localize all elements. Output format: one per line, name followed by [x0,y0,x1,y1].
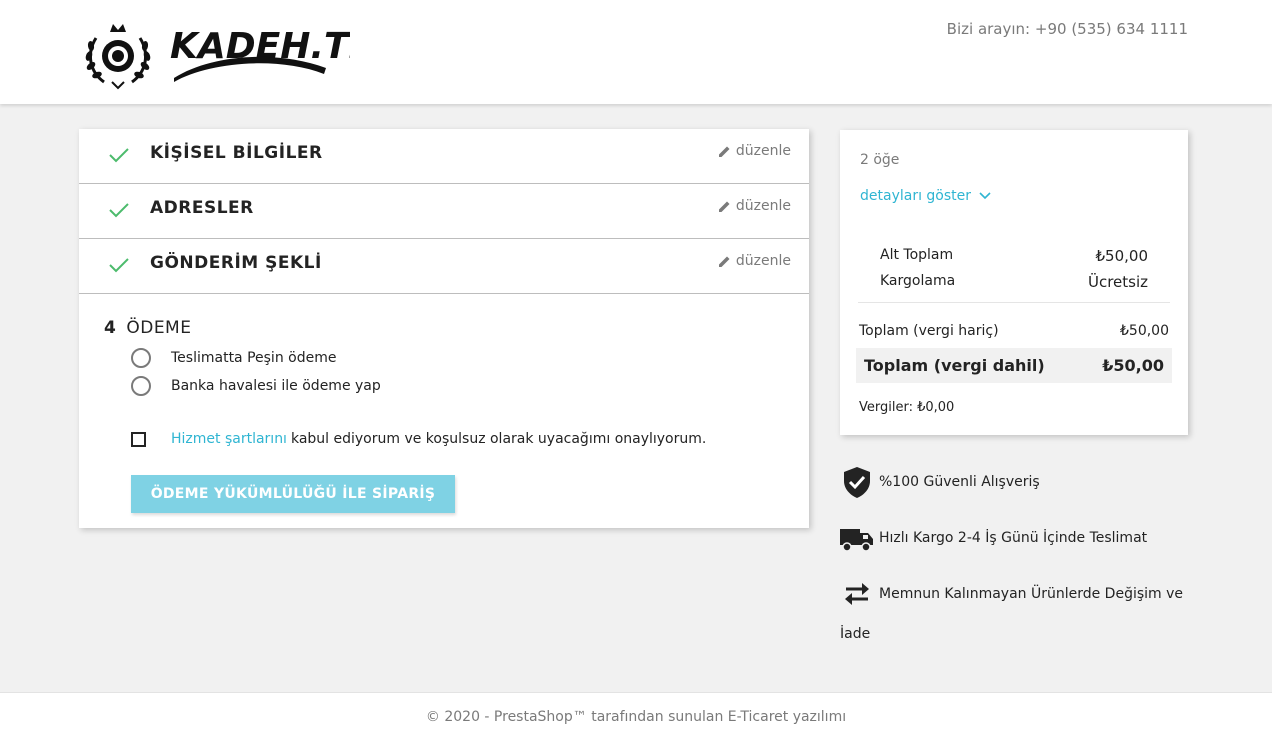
phone-number[interactable]: +90 (535) 634 1111 [1035,20,1188,38]
shipping-line: Kargolama Ücretsiz [880,273,1148,291]
logo-emblem-icon[interactable] [82,20,154,90]
shipping-label: Kargolama [880,273,956,289]
cart-summary: 2 öğe detayları göster Alt Toplam ₺50,00… [840,130,1188,435]
total-incl-tax-line: Toplam (vergi dahil) ₺50,00 [856,348,1172,383]
subtotal-value: ₺50,00 [1095,247,1149,265]
edit-shipping-link[interactable]: düzenle [718,253,791,269]
pencil-icon [718,256,730,267]
checkmark-icon [109,203,129,218]
total-excl-value: ₺50,00 [1120,323,1169,339]
copyright-link[interactable]: © 2020 - PrestaShop™ tarafından sunulan … [0,709,1272,725]
place-order-button[interactable]: ÖDEME YÜKÜMLÜLÜĞÜ İLE SİPARİŞ [131,475,455,513]
reassurance-text: Hızlı Kargo 2-4 İş Günü İçinde Teslimat [879,530,1148,546]
terms-text: kabul ediyorum ve koşulsuz olarak uyacağ… [290,431,707,447]
total-incl-label: Toplam (vergi dahil) [864,356,1045,375]
terms-link[interactable]: Hizmet şartlarını [171,431,287,447]
edit-personal-info-link[interactable]: düzenle [718,143,791,159]
payment-option-cash-on-delivery[interactable]: Teslimatta Peşin ödeme [131,348,336,368]
contact-phone: Bizi arayın: +90 (535) 634 1111 [947,20,1188,38]
step-addresses[interactable]: ADRESLER düzenle [79,184,809,239]
pencil-icon [718,201,730,212]
subtotal-label: Alt Toplam [880,247,954,263]
checkmark-icon [109,258,129,273]
radio-button[interactable] [131,348,151,368]
shield-check-icon [844,467,870,498]
payment-step-heading: 4 ÖDEME [104,318,191,338]
reassurance-text-line2: İade [840,626,871,642]
total-incl-value: ₺50,00 [1102,356,1164,375]
step-shipping-method[interactable]: GÖNDERİM ŞEKLİ düzenle [79,239,809,294]
step-personal-info[interactable]: KİŞİSEL BİLGİLER düzenle [79,129,809,184]
shipping-value: Ücretsiz [1087,273,1148,291]
step-title: ADRESLER [150,198,254,218]
step-number: 4 [104,318,117,338]
checkmark-icon [109,148,129,163]
step-title: KİŞİSEL BİLGİLER [150,143,323,163]
payment-option-bank-transfer[interactable]: Banka havalesi ile ödeme yap [131,376,381,396]
radio-button[interactable] [131,376,151,396]
logo-wordmark[interactable]: KADEH.TR [168,22,376,86]
terms-agreement: Hizmet şartlarını kabul ediyorum ve koşu… [131,431,706,447]
step-title: ÖDEME [126,318,192,338]
divider [858,302,1170,303]
phone-label: Bizi arayın: [946,20,1031,38]
reassurance-text: %100 Güvenli Alışveriş [879,474,1040,490]
reassurance-text: Memnun Kalınmayan Ürünlerde Değişim ve [879,586,1184,602]
option-label: Teslimatta Peşin ödeme [171,350,337,366]
chevron-down-icon [979,192,991,200]
edit-addresses-link[interactable]: düzenle [718,198,791,214]
step-title: GÖNDERİM ŞEKLİ [150,253,322,273]
pencil-icon [718,146,730,157]
site-footer: © 2020 - PrestaShop™ tarafından sunulan … [0,692,1272,734]
edit-label: düzenle [735,198,791,214]
show-details-toggle[interactable]: detayları göster [860,188,991,204]
site-header: KADEH.TR Bizi arayın: +90 (535) 634 1111 [0,0,1272,104]
option-label: Banka havalesi ile ödeme yap [171,378,381,394]
exchange-arrows-icon [845,583,869,605]
edit-label: düzenle [735,143,791,159]
checkout-steps: KİŞİSEL BİLGİLER düzenle ADRESLER düzenl… [79,129,809,528]
edit-label: düzenle [735,253,791,269]
total-excl-label: Toplam (vergi hariç) [859,323,999,339]
item-count: 2 öğe [860,152,900,168]
total-excl-tax-line: Toplam (vergi hariç) ₺50,00 [859,323,1169,339]
show-details-label: detayları göster [860,188,972,204]
truck-icon [840,529,873,552]
terms-checkbox[interactable] [131,431,146,447]
taxes-line: Vergiler: ₺0,00 [859,400,955,415]
subtotal-line: Alt Toplam ₺50,00 [880,247,1148,265]
